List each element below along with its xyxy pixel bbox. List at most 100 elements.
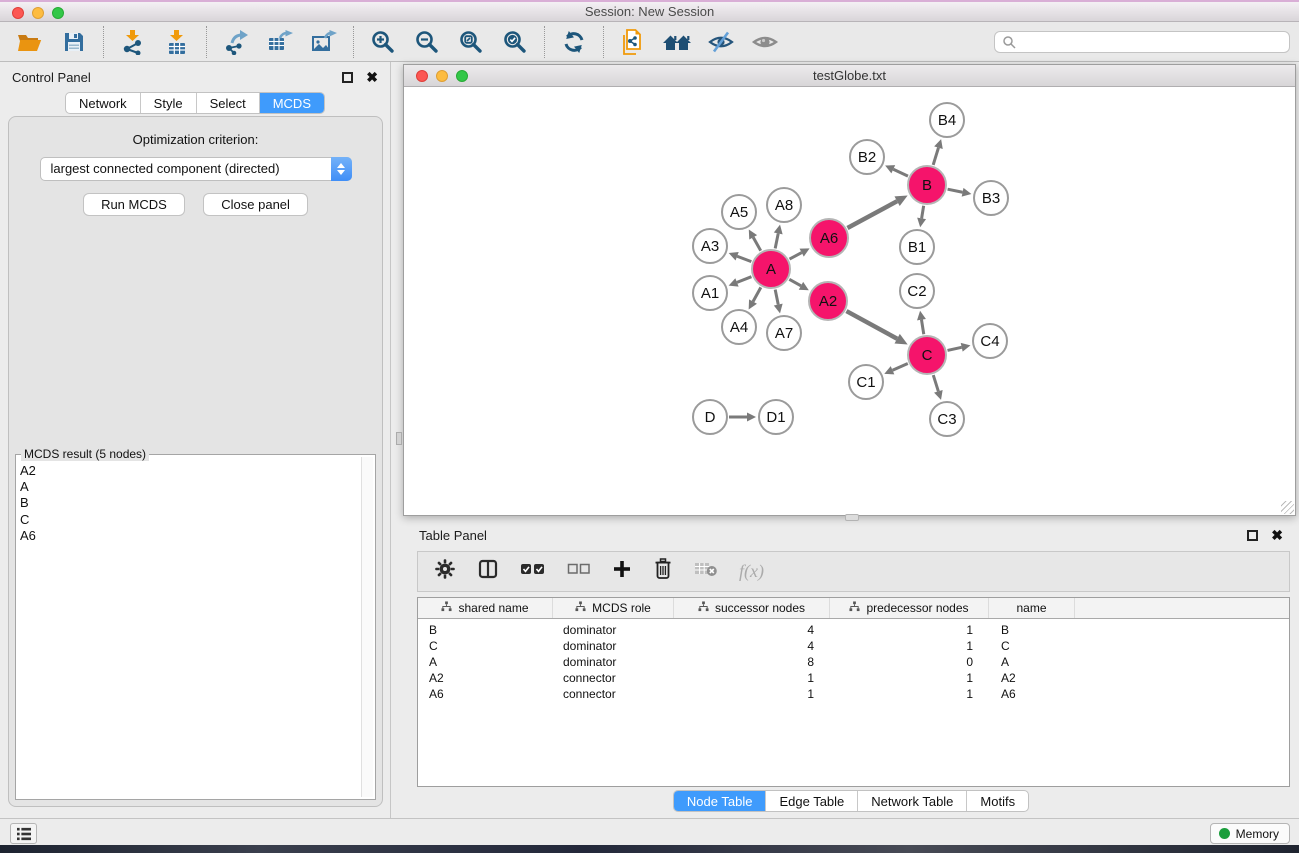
node-B2[interactable]: B2: [850, 140, 884, 174]
result-item-b[interactable]: B: [20, 495, 359, 511]
refresh-icon[interactable]: [552, 25, 596, 59]
edge-B-B2[interactable]: [885, 165, 908, 176]
result-item-c[interactable]: C: [20, 512, 359, 528]
node-A3[interactable]: A3: [693, 229, 727, 263]
delete-icon[interactable]: [653, 558, 673, 585]
node-B4[interactable]: B4: [930, 103, 964, 137]
run-mcds-button[interactable]: Run MCDS: [83, 193, 185, 216]
task-history-button[interactable]: [10, 823, 37, 844]
cell-predecessor-nodes[interactable]: 1: [830, 671, 989, 685]
edge-C-C1[interactable]: [884, 363, 908, 374]
edge-A2-C[interactable]: [846, 311, 907, 344]
edge-A-A6[interactable]: [790, 248, 810, 259]
edge-A-A1[interactable]: [729, 277, 752, 287]
cell-MCDS-role[interactable]: connector: [553, 687, 674, 701]
edge-A-A2[interactable]: [789, 279, 809, 290]
close-panel-icon[interactable]: ✖: [366, 72, 378, 83]
cell-successor-nodes[interactable]: 1: [674, 687, 830, 701]
home-icon[interactable]: [655, 25, 699, 59]
close-panel-button[interactable]: Close panel: [203, 193, 308, 216]
result-scrollbar[interactable]: [361, 457, 373, 797]
node-A4[interactable]: A4: [722, 310, 756, 344]
node-C1[interactable]: C1: [849, 365, 883, 399]
cell-predecessor-nodes[interactable]: 1: [830, 623, 989, 637]
export-image-icon[interactable]: [302, 25, 346, 59]
maximize-window-button[interactable]: [52, 7, 64, 19]
add-column-icon[interactable]: [612, 559, 632, 584]
import-network-icon[interactable]: [111, 25, 155, 59]
tab-mcds[interactable]: MCDS: [259, 93, 324, 113]
export-table-icon[interactable]: [258, 25, 302, 59]
cell-MCDS-role[interactable]: connector: [553, 671, 674, 685]
tab-network[interactable]: Network: [66, 93, 140, 113]
hide-selected-icon[interactable]: [699, 25, 743, 59]
mcds-result-list[interactable]: A2ABCA6: [20, 463, 359, 796]
node-D1[interactable]: D1: [759, 400, 793, 434]
column-header-name[interactable]: name: [989, 598, 1075, 618]
zoom-selected-icon[interactable]: [493, 25, 537, 59]
cell-shared-name[interactable]: A2: [418, 671, 553, 685]
zoom-fit-icon[interactable]: [449, 25, 493, 59]
resize-grip-icon[interactable]: [1281, 501, 1294, 514]
edge-A-A4[interactable]: [749, 287, 761, 309]
column-header-MCDS-role[interactable]: MCDS role: [553, 598, 674, 618]
table-float-icon[interactable]: [1247, 530, 1258, 541]
cell-name[interactable]: A2: [989, 671, 1075, 685]
cell-name[interactable]: B: [989, 623, 1075, 637]
columns-icon[interactable]: [477, 558, 499, 585]
node-A2[interactable]: A2: [809, 282, 847, 320]
cell-successor-nodes[interactable]: 8: [674, 655, 830, 669]
deselect-all-icon[interactable]: [567, 562, 591, 581]
edge-A-A3[interactable]: [729, 252, 752, 262]
cell-MCDS-role[interactable]: dominator: [553, 623, 674, 637]
node-A1[interactable]: A1: [693, 276, 727, 310]
cell-predecessor-nodes[interactable]: 1: [830, 687, 989, 701]
node-B1[interactable]: B1: [900, 230, 934, 264]
result-item-a[interactable]: A: [20, 479, 359, 495]
cell-MCDS-role[interactable]: dominator: [553, 639, 674, 653]
table-close-icon[interactable]: ✖: [1271, 530, 1283, 541]
cell-predecessor-nodes[interactable]: 1: [830, 639, 989, 653]
select-all-icon[interactable]: [520, 561, 546, 582]
network-minimize-button[interactable]: [436, 70, 448, 82]
edge-C-C4[interactable]: [947, 343, 970, 352]
table-row[interactable]: A2connector11A2: [418, 670, 1289, 686]
edge-D-D1[interactable]: [729, 413, 756, 422]
node-A7[interactable]: A7: [767, 316, 801, 350]
tab-edge-table[interactable]: Edge Table: [765, 791, 857, 811]
result-item-a6[interactable]: A6: [20, 528, 359, 544]
splitter-handle[interactable]: [845, 514, 859, 521]
edge-C-C2[interactable]: [917, 311, 926, 334]
edge-A6-B[interactable]: [847, 195, 907, 228]
node-A8[interactable]: A8: [767, 188, 801, 222]
network-maximize-button[interactable]: [456, 70, 468, 82]
node-C[interactable]: C: [908, 336, 946, 374]
save-session-icon[interactable]: [52, 25, 96, 59]
float-panel-icon[interactable]: [342, 72, 353, 83]
search-input[interactable]: [994, 31, 1290, 53]
open-session-icon[interactable]: [8, 25, 52, 59]
memory-button[interactable]: Memory: [1210, 823, 1290, 844]
edge-B-B3[interactable]: [948, 188, 972, 197]
node-C3[interactable]: C3: [930, 402, 964, 436]
network-close-button[interactable]: [416, 70, 428, 82]
copy-network-icon[interactable]: [611, 25, 655, 59]
node-A[interactable]: A: [752, 250, 790, 288]
edge-B-B4[interactable]: [933, 139, 943, 165]
node-B[interactable]: B: [908, 166, 946, 204]
table-row[interactable]: Adominator80A: [418, 654, 1289, 670]
cell-shared-name[interactable]: A6: [418, 687, 553, 701]
cell-MCDS-role[interactable]: dominator: [553, 655, 674, 669]
cell-successor-nodes[interactable]: 1: [674, 671, 830, 685]
cell-predecessor-nodes[interactable]: 0: [830, 655, 989, 669]
table-row[interactable]: Cdominator41C: [418, 638, 1289, 654]
node-A5[interactable]: A5: [722, 195, 756, 229]
close-window-button[interactable]: [12, 7, 24, 19]
edge-B-B1[interactable]: [917, 206, 926, 228]
edge-A-A5[interactable]: [749, 229, 761, 250]
result-item-a2[interactable]: A2: [20, 463, 359, 479]
table-row[interactable]: A6connector11A6: [418, 686, 1289, 702]
edge-C-C3[interactable]: [933, 375, 942, 400]
node-A6[interactable]: A6: [810, 219, 848, 257]
column-header-successor-nodes[interactable]: successor nodes: [674, 598, 830, 618]
